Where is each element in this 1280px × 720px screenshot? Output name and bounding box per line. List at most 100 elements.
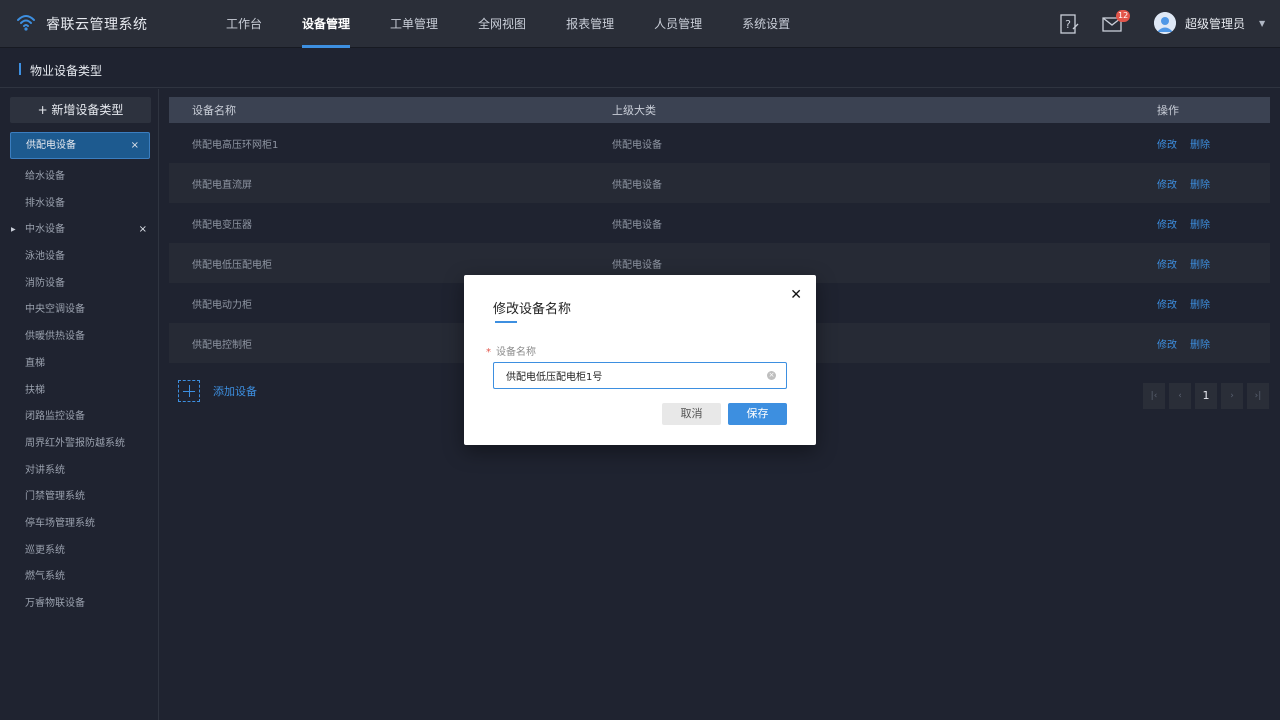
sidebar: + 新增设备类型 供配电设备 × 给水设备 排水设备 ▶ 中水设备 × 泳池设备… bbox=[0, 89, 159, 720]
table-row: 供配电高压环网柜1 供配电设备 修改 删除 bbox=[169, 123, 1270, 163]
field-label-text: 设备名称 bbox=[496, 347, 536, 358]
sidebar-item-hvac[interactable]: 中央空调设备 bbox=[0, 297, 159, 324]
column-header-name: 设备名称 bbox=[192, 104, 236, 117]
column-header-parent: 上级大类 bbox=[612, 104, 656, 117]
sidebar-item-label: 扶梯 bbox=[25, 384, 45, 396]
app-title: 睿联云管理系统 bbox=[46, 16, 148, 33]
wifi-logo-icon bbox=[16, 12, 36, 35]
sidebar-item-perimeter[interactable]: 周界红外警报防越系统 bbox=[0, 431, 159, 458]
table-header: 设备名称 上级大类 操作 bbox=[169, 97, 1270, 123]
delete-link[interactable]: 删除 bbox=[1190, 176, 1210, 191]
add-device-type-button[interactable]: + 新增设备类型 bbox=[10, 97, 151, 123]
avatar bbox=[1154, 12, 1176, 34]
row-actions: 修改 删除 bbox=[1157, 296, 1270, 311]
sidebar-item-label: 排水设备 bbox=[25, 197, 65, 209]
add-device-label: 添加设备 bbox=[213, 385, 257, 398]
nav-item-reports[interactable]: 报表管理 bbox=[546, 0, 634, 48]
nav-item-personnel[interactable]: 人员管理 bbox=[634, 0, 722, 48]
sidebar-item-gas[interactable]: 燃气系统 bbox=[0, 564, 159, 591]
cell-parent-category: 供配电设备 bbox=[612, 179, 662, 191]
clear-input-icon[interactable]: × bbox=[767, 371, 776, 380]
delete-link[interactable]: 删除 bbox=[1190, 256, 1210, 271]
nav-item-network-view[interactable]: 全网视图 bbox=[458, 0, 546, 48]
sidebar-item-patrol[interactable]: 巡更系统 bbox=[0, 538, 159, 565]
user-menu[interactable]: 超级管理员 ▼ bbox=[1154, 12, 1265, 34]
sidebar-item-elevator[interactable]: 直梯 bbox=[0, 351, 159, 378]
edit-link[interactable]: 修改 bbox=[1157, 176, 1177, 191]
sidebar-item-access-control[interactable]: 门禁管理系统 bbox=[0, 484, 159, 511]
sidebar-item-power-supply[interactable]: 供配电设备 × bbox=[10, 132, 150, 159]
device-name-input[interactable] bbox=[493, 362, 787, 389]
nav-item-device-management[interactable]: 设备管理 bbox=[282, 0, 370, 48]
top-navbar: 睿联云管理系统 工作台 设备管理 工单管理 全网视图 报表管理 人员管理 系统设… bbox=[0, 0, 1280, 48]
delete-link[interactable]: 删除 bbox=[1190, 216, 1210, 231]
delete-link[interactable]: 删除 bbox=[1190, 296, 1210, 311]
sidebar-item-fire[interactable]: 消防设备 bbox=[0, 271, 159, 298]
edit-link[interactable]: 修改 bbox=[1157, 256, 1177, 271]
sidebar-item-heating[interactable]: 供暖供热设备 bbox=[0, 324, 159, 351]
user-name: 超级管理员 bbox=[1185, 16, 1246, 31]
close-icon[interactable]: ✕ bbox=[790, 287, 802, 303]
next-page-button[interactable]: › bbox=[1221, 383, 1243, 409]
close-icon[interactable]: × bbox=[131, 133, 139, 158]
sidebar-item-iot[interactable]: 万睿物联设备 bbox=[0, 591, 159, 618]
edit-link[interactable]: 修改 bbox=[1157, 336, 1177, 351]
delete-link[interactable]: 删除 bbox=[1190, 336, 1210, 351]
nav-item-workbench[interactable]: 工作台 bbox=[206, 0, 282, 48]
page-title: 物业设备类型 bbox=[30, 64, 103, 78]
save-button[interactable]: 保存 bbox=[728, 403, 787, 425]
sidebar-item-parking[interactable]: 停车场管理系统 bbox=[0, 511, 159, 538]
mail-badge: 12 bbox=[1116, 10, 1131, 22]
last-page-button[interactable]: ›| bbox=[1247, 383, 1269, 409]
edit-link[interactable]: 修改 bbox=[1157, 296, 1177, 311]
sidebar-item-water-supply[interactable]: 给水设备 bbox=[0, 164, 159, 191]
cell-device-name: 供配电直流屏 bbox=[192, 179, 252, 191]
sidebar-item-label: 给水设备 bbox=[25, 171, 65, 182]
cell-parent-category: 供配电设备 bbox=[612, 139, 662, 151]
sidebar-item-cctv[interactable]: 闭路监控设备 bbox=[0, 404, 159, 431]
cell-device-name: 供配电变压器 bbox=[192, 219, 252, 231]
app-logo[interactable]: 睿联云管理系统 bbox=[16, 12, 148, 35]
sidebar-item-label: 中央空调设备 bbox=[25, 304, 85, 316]
sidebar-item-label: 供暖供热设备 bbox=[25, 331, 85, 343]
sidebar-item-label: 停车场管理系统 bbox=[25, 517, 95, 529]
row-actions: 修改 删除 bbox=[1157, 176, 1270, 191]
add-device-button[interactable]: 添加设备 bbox=[178, 380, 257, 402]
cell-parent-category: 供配电设备 bbox=[612, 219, 662, 231]
sidebar-item-label: 巡更系统 bbox=[25, 544, 65, 556]
sidebar-item-label: 泳池设备 bbox=[25, 251, 65, 263]
edit-link[interactable]: 修改 bbox=[1157, 136, 1177, 151]
close-icon[interactable]: × bbox=[139, 217, 147, 244]
sidebar-item-label: 闭路监控设备 bbox=[25, 411, 85, 423]
sidebar-item-label: 消防设备 bbox=[25, 277, 65, 289]
edit-link[interactable]: 修改 bbox=[1157, 216, 1177, 231]
field-label: * 设备名称 bbox=[486, 343, 536, 358]
sidebar-item-reclaimed-water[interactable]: ▶ 中水设备 × bbox=[0, 217, 159, 244]
sidebar-item-pool[interactable]: 泳池设备 bbox=[0, 244, 159, 271]
edit-device-name-dialog: 修改设备名称 ✕ * 设备名称 × 取消 保存 bbox=[464, 275, 816, 445]
cancel-button[interactable]: 取消 bbox=[662, 403, 721, 425]
cell-device-name: 供配电高压环网柜1 bbox=[192, 139, 279, 151]
sidebar-item-label: 万睿物联设备 bbox=[25, 598, 85, 609]
row-actions: 修改 删除 bbox=[1157, 336, 1270, 351]
nav-item-work-orders[interactable]: 工单管理 bbox=[370, 0, 458, 48]
first-page-button[interactable]: |‹ bbox=[1143, 383, 1165, 409]
prev-page-button[interactable]: ‹ bbox=[1169, 383, 1191, 409]
current-page[interactable]: 1 bbox=[1195, 383, 1217, 409]
sidebar-item-label: 供配电设备 bbox=[26, 140, 76, 151]
help-doc-icon[interactable]: ? bbox=[1058, 13, 1080, 35]
sidebar-item-drainage[interactable]: 排水设备 bbox=[0, 191, 159, 218]
sidebar-item-intercom[interactable]: 对讲系统 bbox=[0, 458, 159, 485]
sidebar-item-label: 对讲系统 bbox=[25, 464, 65, 476]
sidebar-item-label: 燃气系统 bbox=[25, 571, 65, 583]
sidebar-item-label: 门禁管理系统 bbox=[25, 491, 85, 503]
breadcrumb: 物业设备类型 bbox=[0, 48, 1280, 88]
breadcrumb-marker bbox=[19, 63, 21, 75]
expand-arrow-icon[interactable]: ▶ bbox=[11, 217, 16, 244]
svg-text:?: ? bbox=[1065, 18, 1071, 31]
delete-link[interactable]: 删除 bbox=[1190, 136, 1210, 151]
sidebar-item-escalator[interactable]: 扶梯 bbox=[0, 378, 159, 405]
column-header-actions: 操作 bbox=[1157, 104, 1179, 117]
row-actions: 修改 删除 bbox=[1157, 256, 1270, 271]
nav-item-system-settings[interactable]: 系统设置 bbox=[722, 0, 810, 48]
